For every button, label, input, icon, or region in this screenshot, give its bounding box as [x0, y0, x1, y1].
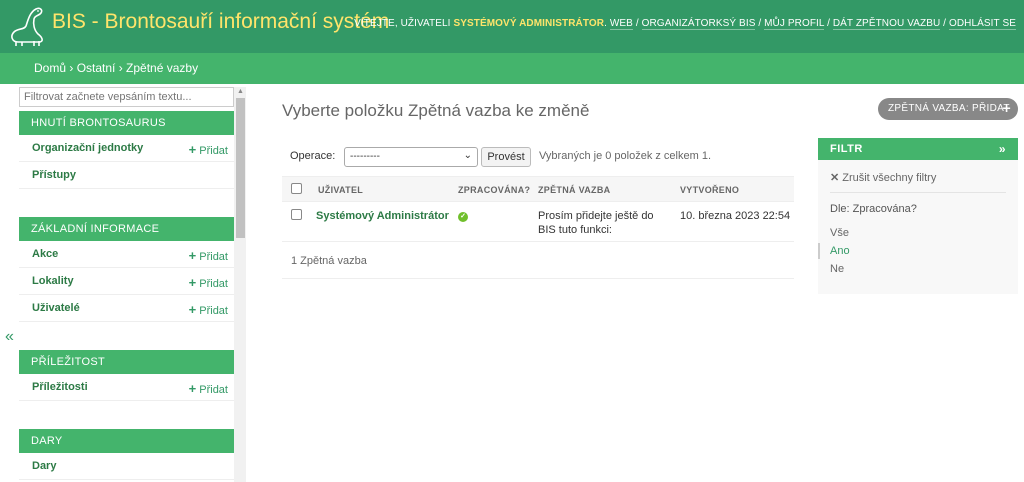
nav-section-zakladni: ZÁKLADNÍ INFORMACE Akce + Přidat Lokality…: [19, 217, 234, 350]
breadcrumb-other[interactable]: Ostatní: [77, 61, 116, 75]
nav-row-uzivatele: Uživatelé + Přidat: [19, 295, 234, 322]
nav-caption[interactable]: HNUTÍ BRONTOSAURUS: [19, 111, 234, 135]
nav-link[interactable]: Akce: [32, 248, 58, 260]
nav-row-lokality: Lokality + Přidat: [19, 268, 234, 295]
add-feedback-label: ZPĚTNÁ VAZBA: PŘIDAT: [888, 103, 1010, 114]
nav-row-akce: Akce + Přidat: [19, 241, 234, 268]
selection-counter: Vybraných je 0 položek z celkem 1.: [539, 150, 712, 162]
nav-row-dary: Dary: [19, 453, 234, 480]
site-title[interactable]: BIS - Brontosauří informační systém: [52, 10, 389, 34]
filter-by-label: Dle: Zpracována?: [830, 203, 917, 215]
select-all-checkbox[interactable]: [291, 183, 302, 194]
row-checkbox[interactable]: [291, 209, 302, 220]
nav-row-pristupy: Přístupy: [19, 162, 234, 189]
nav-link[interactable]: Příležitosti: [32, 381, 88, 393]
filter-header[interactable]: FILTR »: [818, 138, 1018, 160]
plus-icon: +: [188, 302, 197, 317]
breadcrumb: Domů › Ostatní › Zpětné vazby: [0, 53, 1024, 84]
feedback-text: Prosím přidejte ještě do BIS tuto funkci…: [538, 210, 654, 236]
page-title: Vyberte položku Zpětná vazba ke změně: [282, 101, 590, 120]
nav-section-prilezitost: PŘÍLEŽITOST Příležitosti + Přidat: [19, 350, 234, 429]
add-label: Přidat: [199, 278, 228, 290]
add-link[interactable]: + Přidat: [189, 302, 228, 317]
nav-caption[interactable]: PŘÍLEŽITOST: [19, 350, 234, 374]
nav-row-prilezitosti: Příležitosti + Přidat: [19, 374, 234, 401]
plus-icon: +: [188, 381, 197, 396]
plus-icon: +: [1002, 100, 1011, 116]
table-header: UŽIVATEL ZPRACOVÁNA? ZPĚTNÁ VAZBA VYTVOŘ…: [282, 176, 794, 202]
column-header-feedback[interactable]: ZPĚTNÁ VAZBA: [538, 185, 610, 195]
nav-section-dary: DARY Dary: [19, 429, 234, 480]
check-circle-icon: ✓: [458, 212, 468, 222]
plus-icon: +: [188, 142, 197, 157]
link-give-feedback[interactable]: DÁT ZPĚTNOU VAZBU: [832, 18, 941, 30]
add-link[interactable]: + Přidat: [189, 381, 228, 396]
nav-row-organizacni-jednotky: Organizační jednotky + Přidat: [19, 135, 234, 162]
divider: [830, 192, 1006, 193]
add-label: Přidat: [199, 145, 228, 157]
brontosaurus-logo-icon[interactable]: [8, 4, 48, 48]
collapse-sidebar-icon[interactable]: «: [5, 328, 14, 346]
plus-icon: +: [188, 248, 197, 263]
filter-option-no[interactable]: Ne: [830, 263, 844, 275]
add-link[interactable]: + Přidat: [189, 142, 228, 157]
filter-option-all[interactable]: Vše: [830, 227, 849, 239]
chevron-down-icon: ⌄: [463, 150, 472, 161]
add-label: Přidat: [199, 305, 228, 317]
paginator: 1 Zpětná vazba: [282, 244, 794, 279]
action-select[interactable]: --------- ⌄: [344, 147, 478, 167]
username: SYSTÉMOVÝ ADMINISTRÁTOR: [453, 18, 605, 29]
add-label: Přidat: [199, 384, 228, 396]
actions-label: Operace:: [290, 150, 336, 162]
scrollbar-thumb[interactable]: [236, 98, 245, 238]
add-feedback-button[interactable]: ZPĚTNÁ VAZBA: PŘIDAT +: [878, 98, 1018, 120]
filter-panel: FILTR » ✕ Zrušit všechny filtry Dle: Zpra…: [818, 138, 1018, 294]
scroll-up-icon[interactable]: ▲: [237, 88, 244, 95]
welcome-text: VÍTEJTE, UŽIVATELI: [354, 18, 451, 29]
results-table: UŽIVATEL ZPRACOVÁNA? ZPĚTNÁ VAZBA VYTVOŘ…: [282, 176, 794, 242]
breadcrumb-home[interactable]: Domů: [34, 61, 66, 75]
selected-indicator: [818, 243, 820, 259]
clear-filters-link[interactable]: ✕ Zrušit všechny filtry: [830, 171, 936, 184]
link-my-profile[interactable]: MŮJ PROFIL: [764, 18, 825, 30]
created-date: 10. března 2023 22:54: [680, 210, 791, 222]
nav-caption[interactable]: DARY: [19, 429, 234, 453]
link-web[interactable]: WEB: [609, 18, 633, 30]
user-link[interactable]: Systémový Administrátor: [316, 210, 449, 222]
add-label: Přidat: [199, 251, 228, 263]
nav-link[interactable]: Dary: [32, 460, 56, 472]
column-header-created[interactable]: VYTVOŘENO: [680, 185, 739, 195]
add-link[interactable]: + Přidat: [189, 275, 228, 290]
nav-sidebar: HNUTÍ BRONTOSAURUS Organizační jednotky …: [19, 87, 234, 482]
nav-section-hnuti: HNUTÍ BRONTOSAURUS Organizační jednotky …: [19, 111, 234, 217]
run-action-button[interactable]: Provést: [481, 147, 531, 167]
action-select-value: ---------: [350, 151, 380, 162]
nav-link[interactable]: Přístupy: [32, 169, 76, 181]
nav-link[interactable]: Organizační jednotky: [32, 142, 143, 154]
expand-icon[interactable]: »: [999, 142, 1006, 156]
site-header: BIS - Brontosauří informační systém VÍTE…: [0, 0, 1024, 53]
link-logout[interactable]: ODHLÁSIT SE: [948, 18, 1016, 30]
column-header-user[interactable]: UŽIVATEL: [318, 185, 363, 195]
column-header-processed[interactable]: ZPRACOVÁNA?: [458, 185, 530, 195]
user-tools: VÍTEJTE, UŽIVATELI SYSTÉMOVÝ ADMINISTRÁT…: [354, 18, 1016, 30]
clear-filters-label: Zrušit všechny filtry: [842, 172, 937, 184]
nav-link[interactable]: Lokality: [32, 275, 74, 287]
plus-icon: +: [188, 275, 197, 290]
add-link[interactable]: + Přidat: [189, 248, 228, 263]
breadcrumb-current: Zpětné vazby: [126, 61, 199, 75]
nav-caption[interactable]: ZÁKLADNÍ INFORMACE: [19, 217, 234, 241]
link-organizer-bis[interactable]: ORGANIZÁTORKSÝ BIS: [641, 18, 756, 30]
filter-option-yes[interactable]: Ano: [830, 245, 850, 257]
nav-filter-input[interactable]: [19, 87, 234, 107]
filter-title: FILTR: [830, 143, 863, 155]
nav-link[interactable]: Uživatelé: [32, 302, 80, 314]
table-row: Systémový Administrátor ✓ Prosím přidejt…: [282, 202, 794, 242]
close-icon: ✕: [830, 172, 840, 184]
